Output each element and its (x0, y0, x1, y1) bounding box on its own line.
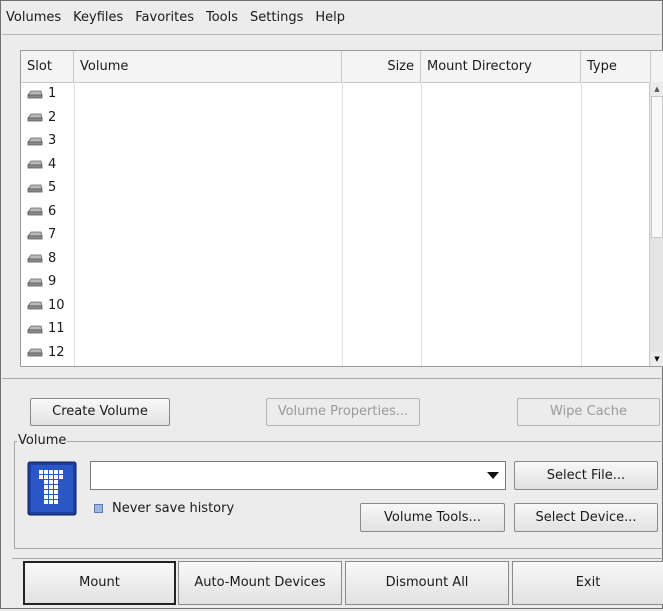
drive-icon (27, 325, 43, 334)
dismount-all-button[interactable]: Dismount All (345, 561, 509, 605)
mount-button[interactable]: Mount (23, 561, 176, 605)
slot-number: 1 (48, 86, 57, 102)
drive-icon (27, 254, 43, 263)
dropdown-arrow-icon[interactable] (487, 472, 499, 479)
menu-favorites[interactable]: Favorites (129, 6, 200, 30)
slot-number: 11 (48, 321, 65, 337)
drive-icon (27, 207, 43, 216)
menu-bar: Volumes Keyfiles Favorites Tools Setting… (2, 2, 661, 35)
wipe-cache-button[interactable]: Wipe Cache (517, 398, 660, 426)
volume-tools-button[interactable]: Volume Tools... (360, 503, 505, 532)
column-header-size[interactable]: Size (342, 51, 421, 82)
truecrypt-window: Volumes Keyfiles Favorites Tools Setting… (0, 0, 663, 609)
drive-icon (27, 184, 43, 193)
select-device-button[interactable]: Select Device... (514, 503, 658, 532)
slot-cell: 12 (21, 345, 65, 360)
table-body: 1 2 3 4 5 6 7 8 9 10 11 12 (21, 82, 649, 366)
slot-number: 7 (48, 227, 57, 243)
slot-number: 12 (48, 344, 65, 360)
volume-group-label: Volume (17, 433, 68, 448)
truecrypt-logo-icon (27, 461, 77, 516)
table-header: Slot Volume Size Mount Directory Type (21, 51, 663, 83)
table-row[interactable]: 7 (21, 223, 649, 247)
slot-number: 6 (48, 203, 57, 219)
table-row[interactable]: 10 (21, 294, 649, 318)
column-header-volume[interactable]: Volume (74, 51, 342, 82)
slot-cell: 3 (21, 133, 56, 148)
drive-icon (27, 231, 43, 240)
column-header-slot[interactable]: Slot (21, 51, 74, 82)
table-row[interactable]: 4 (21, 153, 649, 177)
menu-settings[interactable]: Settings (244, 6, 309, 30)
create-volume-button[interactable]: Create Volume (30, 398, 170, 426)
table-scrollbar[interactable]: ▲ ▼ (649, 82, 663, 366)
slot-number: 2 (48, 109, 57, 125)
drive-icon (27, 160, 43, 169)
slot-number: 4 (48, 156, 57, 172)
volume-slot-table[interactable]: Slot Volume Size Mount Directory Type 12… (20, 50, 663, 367)
slot-cell: 5 (21, 180, 56, 195)
volume-group-box (14, 441, 663, 549)
table-row[interactable]: 5 (21, 176, 649, 200)
slot-number: 9 (48, 274, 57, 290)
slot-number: 5 (48, 180, 57, 196)
volume-path-combobox[interactable] (90, 461, 506, 490)
slot-cell: 11 (21, 321, 65, 336)
exit-button[interactable]: Exit (512, 561, 663, 605)
slot-cell: 4 (21, 157, 56, 172)
menu-help[interactable]: Help (309, 6, 351, 30)
slot-cell: 9 (21, 274, 56, 289)
scroll-up-arrow-icon[interactable]: ▲ (651, 82, 663, 96)
volume-properties-button[interactable]: Volume Properties... (266, 398, 420, 426)
menu-keyfiles[interactable]: Keyfiles (67, 6, 129, 30)
menu-tools[interactable]: Tools (200, 6, 244, 30)
select-file-button[interactable]: Select File... (514, 461, 658, 490)
scrollbar-thumb[interactable] (651, 96, 663, 238)
drive-icon (27, 301, 43, 310)
table-row[interactable]: 3 (21, 129, 649, 153)
slot-number: 10 (48, 297, 65, 313)
table-row[interactable]: 11 (21, 317, 649, 341)
slot-number: 3 (48, 133, 57, 149)
table-row[interactable]: 8 (21, 247, 649, 271)
checkbox-icon[interactable] (94, 504, 103, 513)
never-save-history-label: Never save history (112, 501, 235, 516)
drive-icon (27, 137, 43, 146)
slot-cell: 1 (21, 86, 56, 101)
slot-cell: 8 (21, 251, 56, 266)
slot-number: 8 (48, 250, 57, 266)
menu-volumes[interactable]: Volumes (2, 6, 67, 30)
drive-icon (27, 113, 43, 122)
column-header-mount-directory[interactable]: Mount Directory (421, 51, 581, 82)
table-row[interactable]: 6 (21, 200, 649, 224)
slot-cell: 6 (21, 204, 56, 219)
slot-cell: 2 (21, 110, 56, 125)
table-row[interactable]: 2 (21, 106, 649, 130)
separator (2, 378, 661, 379)
slot-cell: 10 (21, 298, 65, 313)
slot-cell: 7 (21, 227, 56, 242)
scroll-down-arrow-icon[interactable]: ▼ (651, 352, 663, 366)
table-row[interactable]: 12 (21, 341, 649, 365)
table-row[interactable]: 9 (21, 270, 649, 294)
drive-icon (27, 348, 43, 357)
table-row[interactable]: 1 (21, 82, 649, 106)
auto-mount-devices-button[interactable]: Auto-Mount Devices (178, 561, 342, 605)
column-header-type[interactable]: Type (581, 51, 651, 82)
never-save-history-checkbox[interactable]: Never save history (94, 501, 234, 516)
drive-icon (27, 90, 43, 99)
drive-icon (27, 278, 43, 287)
